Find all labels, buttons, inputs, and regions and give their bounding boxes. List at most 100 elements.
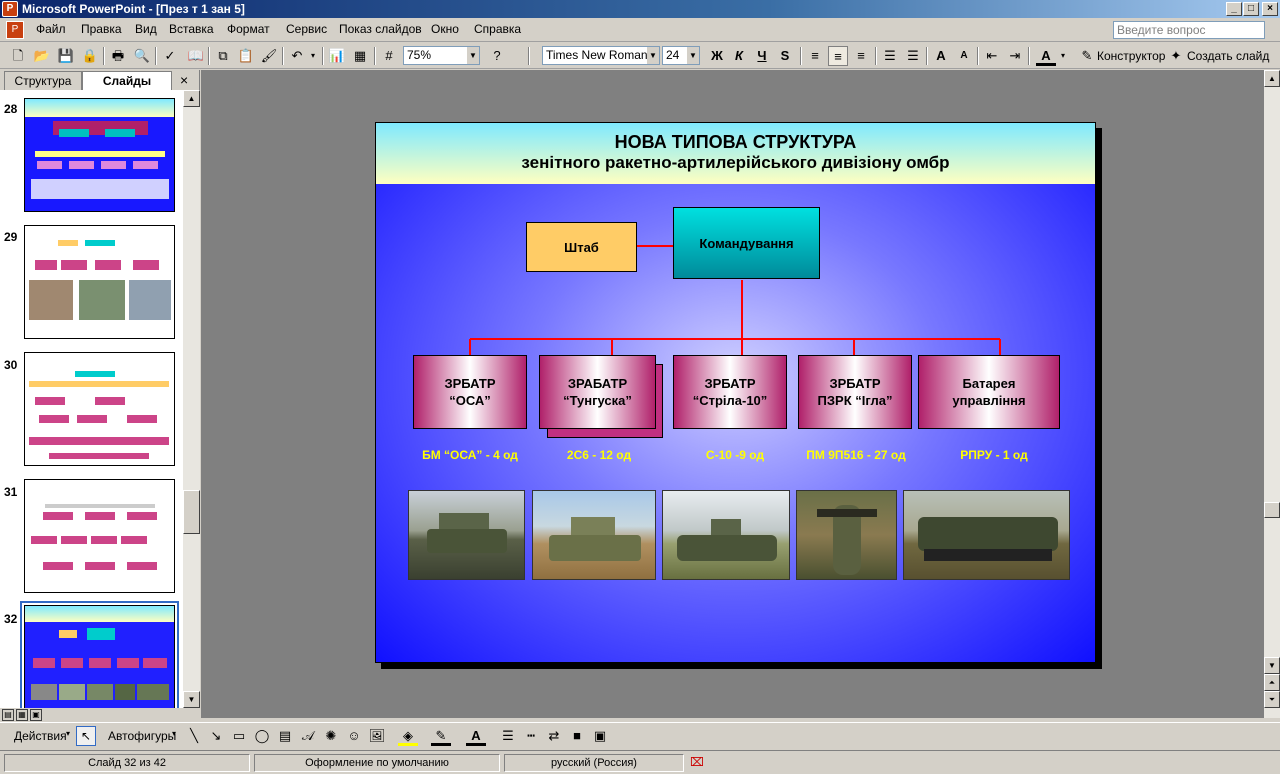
- arrow-icon[interactable]: ↘: [206, 726, 226, 746]
- slide-canvas[interactable]: НОВА ТИПОВА СТРУКТУРА зенітного ракетно-…: [375, 122, 1096, 663]
- wordart-icon[interactable]: 𝒜: [298, 726, 318, 746]
- photo-strela[interactable]: [662, 490, 790, 580]
- new-icon[interactable]: 🗋: [8, 46, 28, 66]
- slide-thumbnail-29[interactable]: [24, 225, 175, 339]
- font-color-dropdown-icon[interactable]: ▾: [1058, 46, 1068, 66]
- underline-button[interactable]: Ч: [752, 46, 772, 66]
- language-status[interactable]: русский (Россия): [504, 754, 684, 772]
- 3d-style-icon[interactable]: ▣: [590, 726, 610, 746]
- menu-help[interactable]: Справка: [470, 22, 525, 36]
- thumbnail-list[interactable]: 28 29 30 31 32: [0, 90, 183, 708]
- menu-tools[interactable]: Сервис: [282, 22, 331, 36]
- unit-box-osa[interactable]: ЗРБАТР “ОСА”: [413, 355, 527, 429]
- scroll-down-icon[interactable]: ▼: [183, 691, 200, 708]
- next-slide-icon[interactable]: ⏷: [1264, 691, 1280, 708]
- open-icon[interactable]: 📂: [32, 46, 52, 66]
- actions-dropdown-icon[interactable]: ▾: [66, 729, 70, 738]
- scroll-down-icon[interactable]: ▼: [1264, 657, 1280, 674]
- line-icon[interactable]: ╲: [184, 726, 204, 746]
- slide-thumbnail-32[interactable]: [24, 605, 175, 708]
- rectangle-icon[interactable]: ▭: [229, 726, 249, 746]
- paste-icon[interactable]: 📋: [236, 46, 256, 66]
- slide-thumbnail-31[interactable]: [24, 479, 175, 593]
- table-icon[interactable]: ▦: [350, 46, 370, 66]
- new-slide-button[interactable]: Создать слайд: [1187, 49, 1269, 63]
- normal-view-icon[interactable]: ▤: [2, 709, 14, 721]
- oval-icon[interactable]: ◯: [252, 726, 272, 746]
- picture-icon[interactable]: 🖼: [367, 726, 387, 746]
- spelling-icon[interactable]: ✓: [160, 46, 180, 66]
- font-color-icon[interactable]: A: [466, 726, 486, 746]
- help-icon[interactable]: ?: [487, 46, 507, 66]
- tab-slides[interactable]: Слайды: [82, 71, 172, 90]
- minimize-button[interactable]: _: [1226, 2, 1242, 16]
- font-color-icon[interactable]: A: [1036, 46, 1056, 66]
- decrease-indent-icon[interactable]: ⇤: [982, 46, 1002, 66]
- line-style-icon[interactable]: ☰: [498, 726, 518, 746]
- slide-thumbnail-28[interactable]: [24, 98, 175, 212]
- fill-color-icon[interactable]: ◈: [398, 726, 418, 746]
- equipment-label-tunguska[interactable]: 2С6 - 12 од: [539, 448, 659, 462]
- italic-button[interactable]: К: [729, 46, 749, 66]
- grid-icon[interactable]: #: [379, 46, 399, 66]
- hq-box[interactable]: Штаб: [526, 222, 637, 272]
- menu-view[interactable]: Вид: [131, 22, 161, 36]
- equipment-label-control[interactable]: РПРУ - 1 од: [930, 448, 1058, 462]
- numbering-icon[interactable]: ☰: [880, 46, 900, 66]
- equipment-label-strela[interactable]: С-10 -9 од: [671, 448, 799, 462]
- textbox-icon[interactable]: ▤: [275, 726, 295, 746]
- sorter-view-icon[interactable]: ▦: [16, 709, 28, 721]
- spelling-status-icon[interactable]: ⌧: [690, 755, 704, 769]
- close-panel-icon[interactable]: ×: [180, 72, 188, 88]
- chart-icon[interactable]: 📊: [327, 46, 347, 66]
- powerpoint-icon[interactable]: P: [2, 1, 18, 17]
- undo-dropdown-icon[interactable]: ▾: [308, 46, 318, 66]
- menu-insert[interactable]: Вставка: [165, 22, 218, 36]
- equipment-label-osa[interactable]: БМ “ОСА” - 4 од: [406, 448, 534, 462]
- command-box[interactable]: Командування: [673, 207, 820, 279]
- menu-slideshow[interactable]: Показ слайдов: [335, 22, 426, 36]
- unit-box-tunguska[interactable]: ЗРАБАТР “Тунгуска”: [539, 355, 656, 429]
- photo-igla[interactable]: [796, 490, 897, 580]
- permission-icon[interactable]: 🔒: [80, 46, 100, 66]
- shadow-style-icon[interactable]: ■: [567, 726, 587, 746]
- shrink-font-icon[interactable]: A: [954, 46, 974, 66]
- scroll-up-icon[interactable]: ▲: [1264, 70, 1280, 87]
- save-icon[interactable]: 💾: [56, 46, 76, 66]
- previous-slide-icon[interactable]: ⏶: [1264, 674, 1280, 691]
- font-select[interactable]: Times New Roman ▼: [542, 46, 660, 65]
- unit-box-strela[interactable]: ЗРБАТР “Стріла-10”: [673, 355, 787, 429]
- new-slide-icon[interactable]: ✦: [1166, 46, 1186, 66]
- increase-indent-icon[interactable]: ⇥: [1005, 46, 1025, 66]
- designer-button[interactable]: Конструктор: [1097, 49, 1165, 63]
- print-icon[interactable]: 🖶: [108, 46, 128, 66]
- menu-window[interactable]: Окно: [427, 22, 463, 36]
- font-size-select[interactable]: 24 ▼: [662, 46, 700, 65]
- slide-thumbnail-30[interactable]: [24, 352, 175, 466]
- menu-edit[interactable]: Правка: [77, 22, 126, 36]
- align-right-icon[interactable]: ≡: [851, 46, 871, 66]
- photo-osa[interactable]: [408, 490, 525, 580]
- scroll-thumb[interactable]: [183, 490, 200, 534]
- editor-scrollbar[interactable]: ▲ ▼ ⏶ ⏷: [1264, 70, 1280, 718]
- unit-box-igla[interactable]: ЗРБАТР ПЗРК “Ігла”: [798, 355, 912, 429]
- format-painter-icon[interactable]: 🖌: [259, 46, 279, 66]
- select-pointer-icon[interactable]: ↖: [76, 726, 96, 746]
- scroll-thumb[interactable]: [1264, 502, 1280, 518]
- dash-style-icon[interactable]: ┅: [521, 726, 541, 746]
- bullets-icon[interactable]: ☰: [903, 46, 923, 66]
- preview-icon[interactable]: 🔍: [132, 46, 152, 66]
- diagram-icon[interactable]: ✺: [321, 726, 341, 746]
- bold-button[interactable]: Ж: [707, 46, 727, 66]
- autoshapes-menu[interactable]: Автофигуры: [108, 729, 176, 743]
- align-center-icon[interactable]: ≡: [828, 46, 848, 66]
- equipment-label-igla[interactable]: ПМ 9П516 - 27 од: [792, 448, 920, 462]
- unit-box-control[interactable]: Батарея управління: [918, 355, 1060, 429]
- arrow-style-icon[interactable]: ⇄: [544, 726, 564, 746]
- document-icon[interactable]: P: [6, 21, 24, 39]
- thumbnail-scrollbar[interactable]: ▲ ▼: [183, 90, 200, 708]
- maximize-button[interactable]: □: [1243, 2, 1259, 16]
- design-icon[interactable]: ✎: [1077, 46, 1097, 66]
- scroll-up-icon[interactable]: ▲: [183, 90, 200, 107]
- autoshapes-dropdown-icon[interactable]: ▾: [172, 729, 176, 738]
